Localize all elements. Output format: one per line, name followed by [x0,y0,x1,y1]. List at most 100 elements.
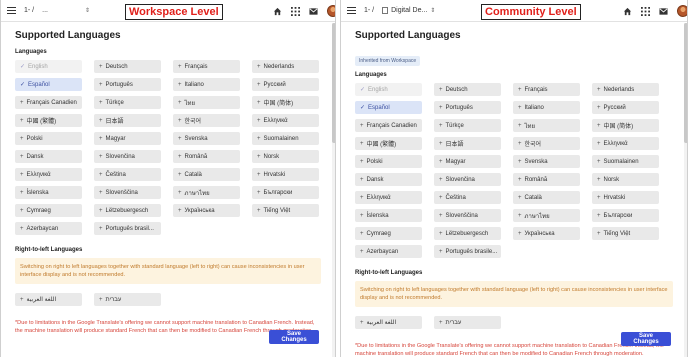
language-chip-lang[interactable]: + ไทย [173,96,240,109]
language-chip-azerbaycan[interactable]: + Azerbaycan [15,222,82,235]
language-chip-magyar[interactable]: + Magyar [94,132,161,145]
language-chip-portugu-s[interactable]: + Português [94,78,161,91]
language-chip-fran-ais-canadien[interactable]: + Français Canadien [15,96,82,109]
apps-grid-icon[interactable] [641,6,650,16]
language-chip-lang[interactable]: + ไทย [513,119,580,132]
breadcrumb-select[interactable]: Digital De... ⇕ [382,7,435,14]
language-chip-ti-ng-vi-t[interactable]: + Tiếng Việt [592,227,659,240]
language-chip-portugu-s-brasil[interactable]: + Português brasil... [94,222,161,235]
breadcrumb-select[interactable]: ... ⇕ [42,7,90,14]
apps-grid-icon[interactable] [291,6,300,16]
language-chip-slenska[interactable]: + Íslenska [355,209,422,222]
rtl-language-chip[interactable]: + עברית [94,293,161,306]
language-chip-lang[interactable]: + Русский [252,78,319,91]
language-chip-nederlands[interactable]: + Nederlands [252,60,319,73]
language-chip-slenska[interactable]: + Íslenska [15,186,82,199]
home-icon[interactable] [623,7,632,16]
rtl-language-chip[interactable]: + اللغة العربية [15,293,82,306]
language-chip-lang[interactable]: + 中国 (简体) [592,119,659,132]
language-chip-l-tzebuergesch[interactable]: + Lëtzebuergesch [94,204,161,217]
language-chip-espa-ol[interactable]: ✓ Español [15,78,82,91]
language-chip-svenska[interactable]: + Svenska [173,132,240,145]
language-chip-azerbaycan[interactable]: + Azerbaycan [355,245,422,258]
mail-icon[interactable] [309,7,318,16]
language-chip-deutsch[interactable]: + Deutsch [434,83,501,96]
language-chip-dansk[interactable]: + Dansk [355,173,422,186]
language-chip-nederlands[interactable]: + Nederlands [592,83,659,96]
home-icon[interactable] [273,7,282,16]
language-chip-t-rk-e[interactable]: + Türkçe [434,119,501,132]
language-chip-l-tzebuergesch[interactable]: + Lëtzebuergesch [434,227,501,240]
scrollbar[interactable] [684,23,687,357]
save-button[interactable]: Save Changes [269,330,319,344]
language-chip-lang[interactable]: + Ελληνικά [592,137,659,150]
language-chip-lang[interactable]: + Ελληνικά [15,168,82,181]
language-chip-e-tina[interactable]: + Čeština [434,191,501,204]
language-chip-polski[interactable]: + Polski [15,132,82,145]
rtl-language-chip[interactable]: + עברית [434,316,501,329]
language-chip-lang[interactable]: + 日本語 [434,137,501,150]
language-chip-lang[interactable]: + Български [592,209,659,222]
language-chip-lang[interactable]: + ภาษาไทย [173,186,240,199]
breadcrumb[interactable]: 1- / [24,7,34,14]
save-button[interactable]: Save Changes [621,332,671,346]
scrollbar[interactable] [332,23,335,357]
language-chip-rom-n[interactable]: + Română [173,150,240,163]
language-chip-sloven-ina[interactable]: + Slovenčina [434,173,501,186]
language-chip-cymraeg[interactable]: + Cymraeg [15,204,82,217]
language-chip-lang[interactable]: + Ελληνικά [252,114,319,127]
language-chip-lang[interactable]: + 한국어 [173,114,240,127]
language-chip-italiano[interactable]: + Italiano [173,78,240,91]
language-chip-lang[interactable]: + 日本語 [94,114,161,127]
language-chip-suomalainen[interactable]: + Suomalainen [252,132,319,145]
language-chip-hrvatski[interactable]: + Hrvatski [592,191,659,204]
language-chip-cymraeg[interactable]: + Cymraeg [355,227,422,240]
language-chip-lang[interactable]: + Български [252,186,319,199]
language-chip-fran-ais[interactable]: + Français [173,60,240,73]
language-chip-fran-ais[interactable]: + Français [513,83,580,96]
avatar[interactable] [327,5,335,17]
language-chip-sloven-ina[interactable]: + Slovenščina [94,186,161,199]
breadcrumb[interactable]: 1- / [364,7,374,14]
language-chip-ti-ng-vi-t[interactable]: + Tiếng Việt [252,204,319,217]
language-chip-label: ภาษาไทย [524,213,550,220]
language-chip-polski[interactable]: + Polski [355,155,422,168]
hamburger-menu-icon[interactable] [7,7,16,14]
language-chip-e-tina[interactable]: + Čeština [94,168,161,181]
language-chip-portugu-s[interactable]: + Português [434,101,501,114]
rtl-language-chip[interactable]: + اللغة العربية [355,316,422,329]
mail-icon[interactable] [659,7,668,16]
language-chip-norsk[interactable]: + Norsk [592,173,659,186]
language-chip-catal[interactable]: + Català [513,191,580,204]
language-chip-lang[interactable]: + 中國 (繁體) [355,137,422,150]
language-chip-english[interactable]: ✓ English [15,60,82,73]
language-chip-svenska[interactable]: + Svenska [513,155,580,168]
language-chip-espa-ol[interactable]: ✓ Español [355,101,422,114]
language-chip-t-rk-e[interactable]: + Türkçe [94,96,161,109]
language-chip-lang[interactable]: + Русский [592,101,659,114]
avatar[interactable] [677,5,687,17]
language-chip-norsk[interactable]: + Norsk [252,150,319,163]
language-chip-lang[interactable]: + 한국어 [513,137,580,150]
language-chip-rom-n[interactable]: + Română [513,173,580,186]
language-chip-sloven-ina[interactable]: + Slovenščina [434,209,501,222]
language-chip-deutsch[interactable]: + Deutsch [94,60,161,73]
language-chip-label: Български [263,189,293,196]
language-chip-lang[interactable]: + Ελληνικά [355,191,422,204]
language-chip-lang[interactable]: + 中國 (繁體) [15,114,82,127]
language-chip-lang[interactable]: + Українська [173,204,240,217]
language-chip-suomalainen[interactable]: + Suomalainen [592,155,659,168]
language-chip-magyar[interactable]: + Magyar [434,155,501,168]
hamburger-menu-icon[interactable] [347,7,356,14]
language-chip-dansk[interactable]: + Dansk [15,150,82,163]
language-chip-lang[interactable]: + ภาษาไทย [513,209,580,222]
language-chip-italiano[interactable]: + Italiano [513,101,580,114]
language-chip-catal[interactable]: + Català [173,168,240,181]
language-chip-fran-ais-canadien[interactable]: + Français Canadien [355,119,422,132]
language-chip-english[interactable]: ✓ English [355,83,422,96]
language-chip-portugu-s-brasile[interactable]: + Português brasile... [434,245,501,258]
language-chip-lang[interactable]: + 中国 (简体) [252,96,319,109]
language-chip-hrvatski[interactable]: + Hrvatski [252,168,319,181]
language-chip-sloven-ina[interactable]: + Slovenčina [94,150,161,163]
language-chip-lang[interactable]: + Українська [513,227,580,240]
